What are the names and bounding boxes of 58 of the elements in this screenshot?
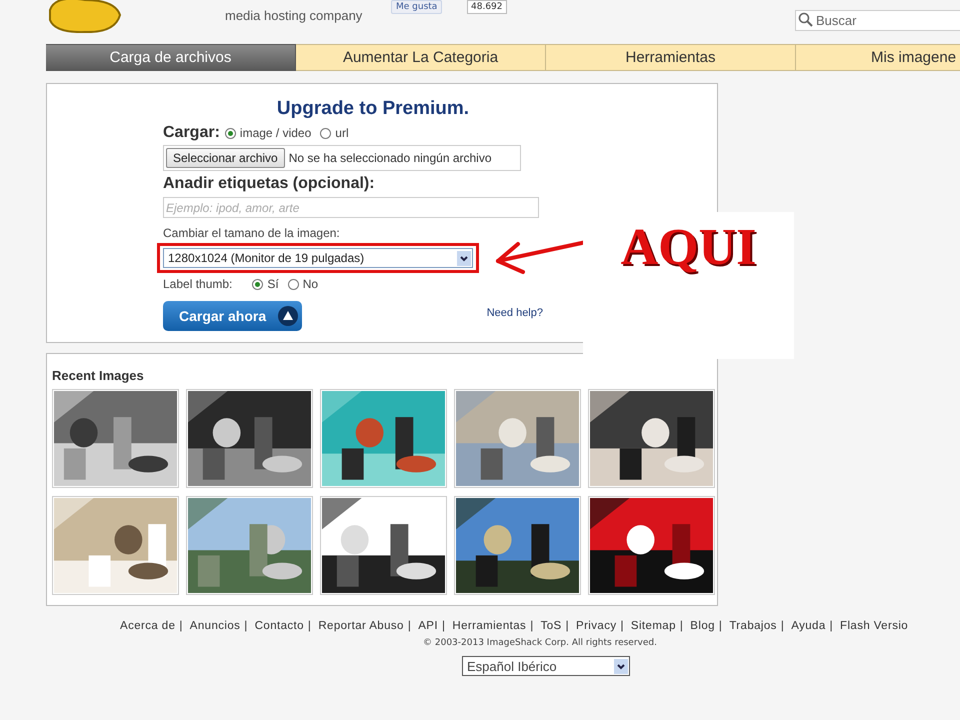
- search-field[interactable]: Buscar: [795, 10, 960, 31]
- field-label: Anadir etiquetas (opcional):: [163, 175, 375, 193]
- radio-button[interactable]: [224, 128, 236, 138]
- radio-button[interactable]: [320, 128, 332, 138]
- footer-link[interactable]: Sitemap: [630, 620, 676, 632]
- link-separator: |: [780, 620, 784, 632]
- footer-link[interactable]: Trabajos: [729, 620, 777, 632]
- footer-link[interactable]: Contacto: [254, 620, 304, 632]
- annotation-text: AQUI: [620, 222, 756, 274]
- link-separator: |: [308, 620, 312, 632]
- link-separator: |: [830, 620, 834, 632]
- file-status: No se ha seleccionado ningún archivo: [288, 151, 492, 165]
- upload-button[interactable]: Cargar ahora: [163, 301, 302, 331]
- link-separator: |: [408, 620, 412, 632]
- nav-tab[interactable]: Carga de archivos: [46, 44, 296, 71]
- file-input[interactable]: Seleccionar archivo No se ha seleccionado ningún archivo: [163, 145, 521, 171]
- link-separator: |: [179, 620, 183, 632]
- link-separator: |: [620, 620, 624, 632]
- field-label: Label thumb:: [163, 277, 232, 291]
- panel-title: Upgrade to Premium.: [276, 98, 470, 120]
- nav-tab[interactable]: Aumentar La Categoria: [296, 44, 546, 71]
- radio-label: Sí: [267, 277, 279, 291]
- footer-link[interactable]: Acerca de: [120, 620, 176, 632]
- like-count: 48.692: [467, 0, 506, 14]
- nav-tab[interactable]: Herramientas: [546, 44, 796, 71]
- link-separator: |: [244, 620, 248, 632]
- link-separator: |: [718, 620, 722, 632]
- like-button[interactable]: Me gusta: [391, 0, 442, 14]
- size-dropdown[interactable]: 1280x1024 (Monitor de 19 pulgadas): [163, 248, 473, 268]
- help-link[interactable]: Need help?: [486, 307, 543, 319]
- footer-link[interactable]: Blog: [690, 620, 715, 632]
- footer-link[interactable]: ToS: [540, 620, 562, 632]
- footer-link[interactable]: Anuncios: [190, 620, 240, 632]
- field-label: Cambiar el tamano de la imagen:: [163, 226, 340, 240]
- link-separator: |: [680, 620, 684, 632]
- link-separator: |: [442, 620, 446, 632]
- footer-link[interactable]: API: [418, 620, 438, 632]
- section-title: Recent Images: [52, 368, 145, 383]
- radio-button[interactable]: [252, 278, 264, 290]
- footer-link[interactable]: Reportar Abuso: [318, 620, 404, 632]
- footer-link[interactable]: Ayuda: [791, 620, 826, 632]
- tagline: media hosting company: [225, 8, 362, 23]
- footer-link[interactable]: Privacy: [576, 620, 617, 632]
- radio-button[interactable]: [288, 278, 299, 290]
- link-separator: |: [566, 620, 569, 632]
- radio-label: No: [302, 277, 318, 291]
- search-icon: [798, 12, 814, 28]
- tags-field[interactable]: Ejemplo: ipod, amor, arte: [163, 197, 539, 218]
- footer-link[interactable]: Flash Versio: [840, 620, 908, 632]
- language-dropdown[interactable]: Español Ibérico: [462, 656, 630, 676]
- footer-link[interactable]: Herramientas: [452, 620, 526, 632]
- copyright: © 2003-2013 ImageShack Corp. All rights reserved.: [422, 638, 658, 648]
- choose-file-button[interactable]: Seleccionar archivo: [166, 148, 285, 168]
- field-label: Cargar:: [163, 124, 220, 142]
- radio-label: image / video: [240, 126, 312, 140]
- nav-tab[interactable]: Mis imagene: [796, 44, 960, 71]
- link-separator: |: [530, 620, 534, 632]
- radio-label: url: [335, 126, 349, 140]
